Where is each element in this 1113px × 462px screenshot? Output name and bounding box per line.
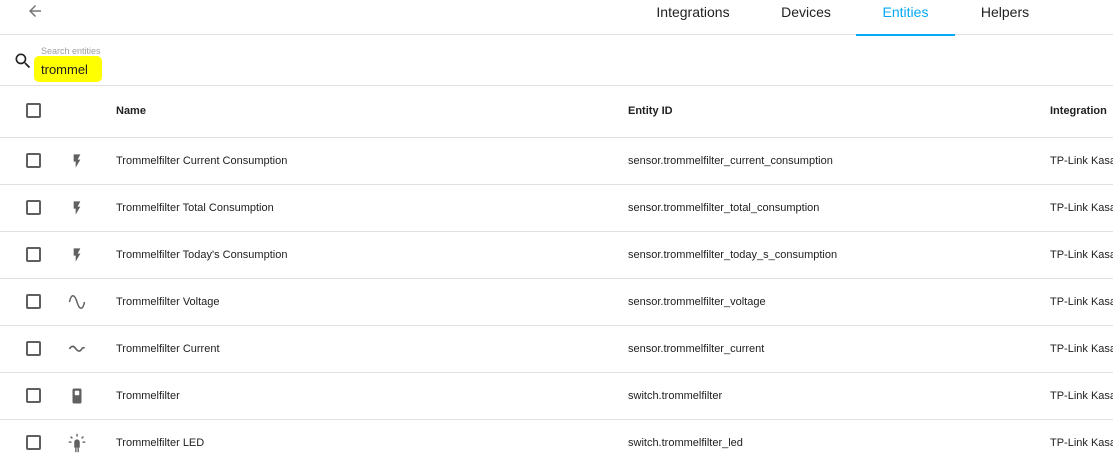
- tab-devices[interactable]: Devices: [756, 0, 856, 35]
- search-bar: Search entities: [0, 36, 1113, 86]
- table-header: Name Entity ID Integration: [0, 86, 1113, 138]
- entity-integration: TP-Link Kasa Smart: [1050, 249, 1113, 261]
- row-checkbox[interactable]: [26, 247, 41, 262]
- entity-integration: TP-Link Kasa Smart: [1050, 343, 1113, 355]
- entity-id: switch.trommelfilter: [628, 390, 723, 402]
- sine-wave-icon: [68, 295, 86, 309]
- switch-icon: [72, 388, 82, 404]
- entity-name: Trommelfilter Total Consumption: [116, 202, 274, 214]
- entity-integration: TP-Link Kasa Smart: [1050, 155, 1113, 167]
- entities-page: Integrations Devices Entities Helpers Se…: [0, 0, 1113, 462]
- table-row[interactable]: Trommelfilter LED switch.trommelfilter_l…: [0, 420, 1113, 462]
- entity-id: sensor.trommelfilter_current_consumption: [628, 155, 833, 167]
- table-row[interactable]: Trommelfilter Current Consumption sensor…: [0, 138, 1113, 185]
- entity-name: Trommelfilter LED: [116, 437, 205, 449]
- entity-id: sensor.trommelfilter_voltage: [628, 296, 766, 308]
- row-checkbox[interactable]: [26, 294, 41, 309]
- current-ac-icon: [68, 345, 86, 352]
- search-input[interactable]: [34, 56, 102, 82]
- back-button[interactable]: [22, 0, 48, 24]
- table-row[interactable]: Trommelfilter Voltage sensor.trommelfilt…: [0, 279, 1113, 326]
- led-on-icon: [68, 433, 86, 453]
- entity-name: Trommelfilter Current Consumption: [116, 155, 288, 167]
- flash-icon: [73, 154, 81, 168]
- tab-entities-label: Entities: [882, 4, 929, 20]
- tab-integrations[interactable]: Integrations: [630, 0, 756, 35]
- column-header-name[interactable]: Name: [116, 105, 146, 117]
- row-checkbox[interactable]: [26, 435, 41, 450]
- row-checkbox[interactable]: [26, 153, 41, 168]
- entity-id: sensor.trommelfilter_current: [628, 343, 765, 355]
- column-header-integration[interactable]: Integration: [1050, 105, 1107, 117]
- tab-helpers[interactable]: Helpers: [955, 0, 1055, 35]
- entity-name: Trommelfilter: [116, 390, 180, 402]
- top-bar: Integrations Devices Entities Helpers: [0, 0, 1113, 36]
- entity-integration: TP-Link Kasa Smart: [1050, 296, 1113, 308]
- row-checkbox[interactable]: [26, 341, 41, 356]
- tab-helpers-label: Helpers: [980, 4, 1030, 20]
- tab-entities[interactable]: Entities: [856, 0, 955, 36]
- entities-table: Name Entity ID Integration Trommelfilter…: [0, 86, 1113, 462]
- entity-id: switch.trommelfilter_led: [628, 437, 743, 449]
- entity-name: Trommelfilter Current: [116, 343, 220, 355]
- table-row[interactable]: Trommelfilter Current sensor.trommelfilt…: [0, 326, 1113, 373]
- flash-icon: [73, 201, 81, 215]
- entity-integration: TP-Link Kasa Smart: [1050, 202, 1113, 214]
- entity-integration: TP-Link Kasa Smart: [1050, 390, 1113, 402]
- select-all-checkbox[interactable]: [26, 103, 41, 118]
- tab-integrations-label: Integrations: [656, 4, 730, 20]
- entity-id: sensor.trommelfilter_total_consumption: [628, 202, 820, 214]
- entity-id: sensor.trommelfilter_today_s_consumption: [628, 249, 838, 261]
- row-checkbox[interactable]: [26, 388, 41, 403]
- row-checkbox[interactable]: [26, 200, 41, 215]
- table-row[interactable]: Trommelfilter Total Consumption sensor.t…: [0, 185, 1113, 232]
- column-header-entity-id[interactable]: Entity ID: [628, 105, 673, 117]
- tab-devices-label: Devices: [781, 4, 831, 20]
- tab-bar: Integrations Devices Entities Helpers: [630, 0, 1055, 36]
- flash-icon: [73, 248, 81, 262]
- table-row[interactable]: Trommelfilter switch.trommelfilter TP-Li…: [0, 373, 1113, 420]
- entity-integration: TP-Link Kasa Smart: [1050, 437, 1113, 449]
- entity-name: Trommelfilter Voltage: [116, 296, 220, 308]
- arrow-left-icon: [29, 5, 41, 17]
- entity-name: Trommelfilter Today's Consumption: [116, 249, 288, 261]
- search-icon: [15, 53, 31, 69]
- search-label: Search entities: [41, 46, 101, 56]
- table-row[interactable]: Trommelfilter Today's Consumption sensor…: [0, 232, 1113, 279]
